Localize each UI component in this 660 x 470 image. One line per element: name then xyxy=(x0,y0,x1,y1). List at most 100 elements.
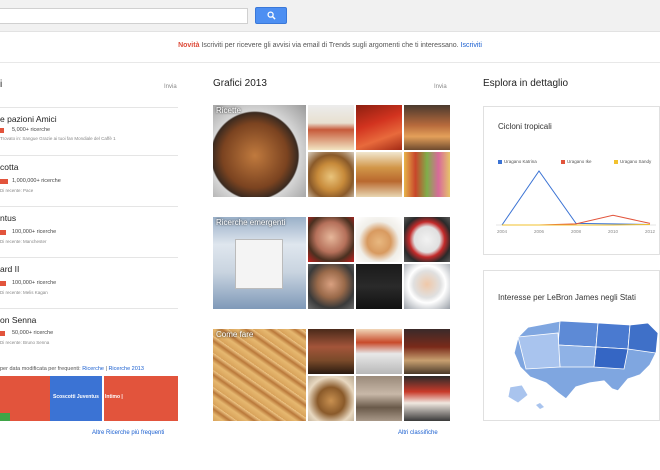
subscribe-link[interactable]: Iscriviti xyxy=(461,42,482,49)
hot-searches-title: i xyxy=(0,79,3,90)
trend-related: Trovato in: Sangue Grazie ai tuoi fan Mo… xyxy=(0,136,116,141)
trend-related: Di recente: Manchester xyxy=(0,239,47,244)
trend-related: Di recente: Melis Kagan xyxy=(0,290,48,295)
treemap-block[interactable]: Intimo | xyxy=(102,376,178,421)
trend-count: 100,000+ ricerche xyxy=(12,229,57,235)
recipe-image[interactable] xyxy=(404,105,450,150)
treemap-label: Scoscotti Juventus xyxy=(53,394,99,400)
treemap-block[interactable]: Scoscotti Juventus xyxy=(50,376,102,421)
trend-item[interactable]: ard II 100,000+ ricerche Di recente: Mel… xyxy=(0,257,178,308)
category-link-searches[interactable]: Ricerche xyxy=(82,366,104,372)
x-tick-label: 2012 xyxy=(645,229,656,234)
emerging-image[interactable] xyxy=(404,264,450,309)
trend-bar xyxy=(0,179,8,184)
treemap-separator xyxy=(102,376,104,421)
search-icon xyxy=(266,11,276,20)
search-button[interactable] xyxy=(255,7,287,24)
chart-grid-emerging[interactable]: Ricerche emergenti xyxy=(213,217,450,309)
us-map xyxy=(507,320,659,409)
more-charts-link[interactable]: Altri classifiche xyxy=(398,430,438,436)
explore-title: Esplora in dettaglio xyxy=(483,78,569,89)
x-tick-label: 2004 xyxy=(497,229,508,234)
trend-item[interactable]: e pazioni Amici 5,000+ ricerche Trovato … xyxy=(0,107,178,155)
legend-label: Uragano Ike xyxy=(567,159,592,164)
howto-image[interactable] xyxy=(404,329,450,374)
trend-bar xyxy=(0,128,4,133)
x-tick-label: 2008 xyxy=(571,229,582,234)
category-treemap: Scoscotti Juventus Intimo | xyxy=(0,376,178,421)
legend-item: Uragano Katrina xyxy=(498,159,537,164)
trend-bar xyxy=(0,331,5,336)
recipe-image[interactable] xyxy=(404,152,450,197)
x-tick-label: 2010 xyxy=(608,229,619,234)
legend-label: Uragano Sandy xyxy=(620,159,652,164)
notice-text: Iscriviti per ricevere gli avvisi via em… xyxy=(201,42,459,49)
recipe-image[interactable] xyxy=(308,152,354,197)
trend-item[interactable]: ntus 100,000+ ricerche Di recente: Manch… xyxy=(0,206,178,257)
trend-chart: 2004 2006 2008 2010 2012 xyxy=(496,170,656,234)
card-title: Interesse per LeBron James negli Stati xyxy=(498,293,636,302)
trend-bar xyxy=(0,281,6,286)
legend-swatch xyxy=(614,159,618,164)
recipe-image[interactable] xyxy=(356,152,402,197)
emerging-image[interactable] xyxy=(404,217,450,262)
trend-name[interactable]: on Senna xyxy=(0,315,36,325)
explore-card-cyclones[interactable]: Cicloni tropicali Uragano Katrina Uragan… xyxy=(483,106,660,255)
series-line xyxy=(502,223,651,226)
card-title: Cicloni tropicali xyxy=(498,122,552,131)
grid-label: Come fare xyxy=(216,330,254,339)
trend-related: Di recente: Bruno Senna xyxy=(0,340,50,345)
howto-image[interactable] xyxy=(404,376,450,421)
trend-name[interactable]: ard II xyxy=(0,264,19,274)
divider xyxy=(0,62,660,63)
trend-related: Di recente: Pace xyxy=(0,188,34,193)
treemap-label: Intimo | xyxy=(105,394,123,400)
trend-count: 5,000+ ricerche xyxy=(12,127,51,133)
howto-image[interactable] xyxy=(308,329,354,374)
trend-name[interactable]: e pazioni Amici xyxy=(0,114,57,124)
trend-item[interactable]: cotta 1,000,000+ ricerche Di recente: Pa… xyxy=(0,155,178,206)
legend-label: Uragano Katrina xyxy=(504,159,537,164)
explore-card-lebron[interactable]: Interesse per LeBron James negli Stati xyxy=(483,270,660,421)
legend-swatch xyxy=(498,159,502,164)
emerging-image[interactable] xyxy=(308,264,354,309)
more-searches-link[interactable]: Altre Ricerche più frequenti xyxy=(92,430,164,436)
trend-count: 50,000+ ricerche xyxy=(12,330,54,336)
charts-more-link[interactable]: Invia xyxy=(434,84,447,90)
howto-image[interactable] xyxy=(213,329,306,421)
emerging-image[interactable] xyxy=(356,217,402,262)
grid-label: Ricerche emergenti xyxy=(216,218,286,227)
recipe-image[interactable] xyxy=(213,105,306,197)
recipe-image[interactable] xyxy=(356,105,402,150)
top-bar xyxy=(0,0,660,32)
howto-image[interactable] xyxy=(356,376,402,421)
trend-name[interactable]: cotta xyxy=(0,162,18,172)
treemap-block[interactable] xyxy=(0,413,10,421)
trend-count: 100,000+ ricerche xyxy=(12,280,57,286)
category-label: per data modificata per frequenti: xyxy=(0,366,81,372)
trend-count: 1,000,000+ ricerche xyxy=(12,178,61,184)
legend-swatch xyxy=(561,159,565,164)
howto-image[interactable] xyxy=(308,376,354,421)
hot-searches-more-link[interactable]: Invia xyxy=(164,84,177,90)
trend-bar xyxy=(0,230,6,235)
emerging-image xyxy=(235,239,283,289)
trend-name[interactable]: ntus xyxy=(0,213,16,223)
notification-banner: Novità Iscriviti per ricevere gli avvisi… xyxy=(0,42,660,49)
emerging-image[interactable] xyxy=(308,217,354,262)
category-line: per data modificata per frequenti: Ricer… xyxy=(0,366,144,372)
charts-title: Grafici 2013 xyxy=(213,78,267,89)
series-line xyxy=(502,214,651,226)
chart-grid-recipes[interactable]: Ricette xyxy=(213,105,450,197)
grid-label: Ricette xyxy=(216,106,241,115)
emerging-image[interactable] xyxy=(356,264,402,309)
trend-item[interactable]: on Senna 50,000+ ricerche Di recente: Br… xyxy=(0,308,178,360)
recipe-image[interactable] xyxy=(308,105,354,150)
search-input[interactable] xyxy=(0,8,248,24)
category-link-2013[interactable]: Ricerche 2013 xyxy=(108,366,143,372)
chart-grid-howto[interactable]: Come fare xyxy=(213,329,450,421)
series-line xyxy=(501,170,651,226)
legend-item: Uragano Sandy xyxy=(614,159,651,164)
x-tick-label: 2006 xyxy=(534,229,545,234)
howto-image[interactable] xyxy=(356,329,402,374)
